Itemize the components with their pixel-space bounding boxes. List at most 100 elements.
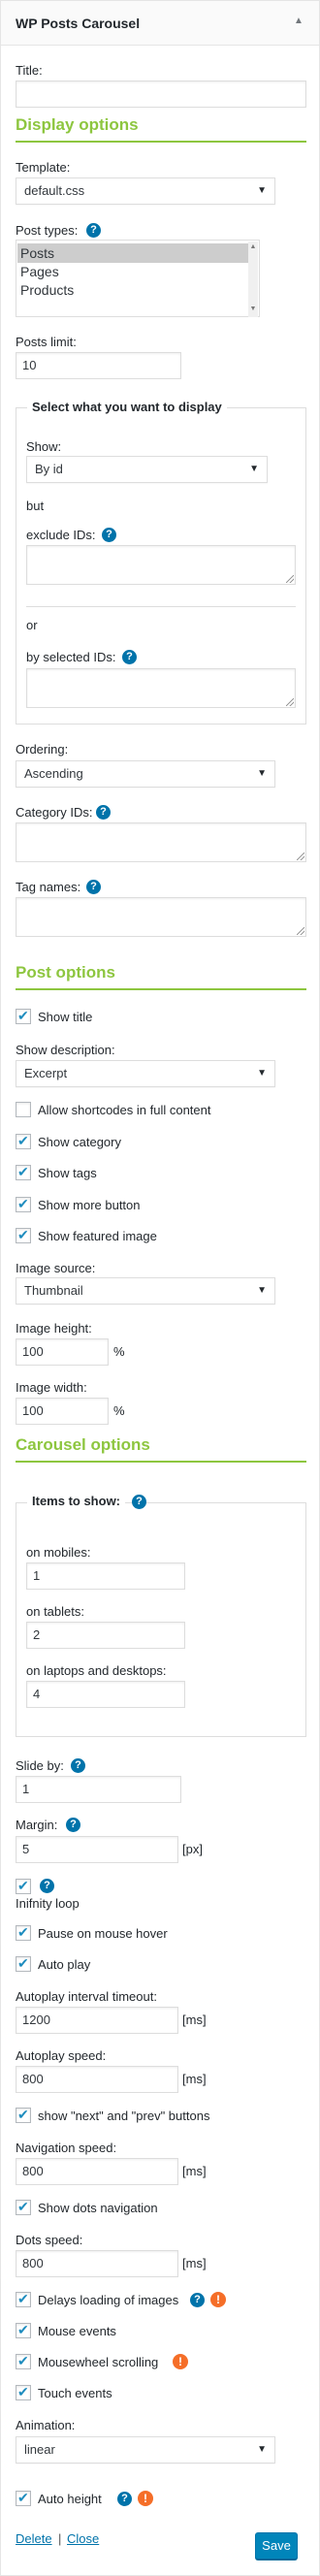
question-mark-icon[interactable]: ? (96, 805, 111, 820)
mouse-events-label: Mouse events (38, 2324, 116, 2338)
exclamation-icon[interactable]: ! (210, 2292, 226, 2307)
posts-limit-input[interactable]: 10 (16, 352, 181, 379)
question-mark-icon[interactable]: ? (86, 223, 101, 238)
delete-link[interactable]: Delete (16, 2531, 52, 2546)
show-select-value: By id (35, 462, 63, 476)
delays-loading-checkbox[interactable] (16, 2291, 31, 2307)
save-button[interactable]: Save (255, 2532, 298, 2560)
collapse-arrow-icon[interactable]: ▲ (292, 15, 305, 28)
autoplay-speed-input[interactable]: 800 (16, 2066, 178, 2093)
show-title-checkbox[interactable] (16, 1008, 31, 1024)
exclamation-icon[interactable]: ! (138, 2491, 153, 2506)
show-tags-checkbox[interactable] (16, 1164, 31, 1180)
category-ids-label: Category IDs: (16, 805, 93, 820)
display-options-rule (16, 141, 306, 143)
display-options-heading: Display options (16, 115, 139, 134)
show-featured-image-checkbox[interactable] (16, 1227, 31, 1243)
infinity-loop-checkbox[interactable] (16, 1878, 31, 1894)
mobiles-input[interactable]: 1 (26, 1562, 185, 1590)
show-category-label: Show category (38, 1135, 121, 1149)
resize-handle-icon[interactable] (297, 853, 304, 860)
tag-names-textarea[interactable] (16, 897, 306, 937)
question-mark-icon[interactable]: ? (40, 1879, 54, 1893)
image-source-select[interactable]: Thumbnail ▼ (16, 1277, 275, 1304)
touch-events-label: Touch events (38, 2386, 112, 2400)
items-to-show-legend: Items to show: (27, 1494, 126, 1508)
exclamation-icon[interactable]: ! (173, 2354, 188, 2369)
question-mark-icon[interactable]: ? (122, 650, 137, 664)
pause-on-hover-checkbox[interactable] (16, 1924, 31, 1941)
autoplay-speed-label: Autoplay speed: (16, 2048, 107, 2063)
tag-names-label: Tag names: (16, 880, 81, 894)
post-type-option-products[interactable]: Products (20, 282, 74, 298)
image-height-unit: % (113, 1344, 125, 1359)
widget-panel: WP Posts Carousel ▲ Title: Display optio… (0, 0, 320, 2576)
question-mark-icon[interactable]: ? (66, 1818, 80, 1832)
chevron-down-icon: ▼ (249, 464, 259, 474)
tablets-input[interactable]: 2 (26, 1622, 185, 1649)
footer-separator: | (58, 2531, 62, 2546)
post-type-option-pages[interactable]: Pages (20, 264, 59, 279)
scroll-up-icon[interactable]: ▲ (248, 242, 258, 252)
touch-events-checkbox[interactable] (16, 2384, 31, 2400)
image-width-unit: % (113, 1403, 125, 1418)
question-mark-icon[interactable]: ? (71, 1758, 85, 1773)
auto-height-label: Auto height (38, 2492, 102, 2506)
navigation-speed-input[interactable]: 800 (16, 2158, 178, 2185)
dots-speed-input[interactable]: 800 (16, 2250, 178, 2277)
show-description-select[interactable]: Excerpt ▼ (16, 1060, 275, 1087)
select-display-legend: Select what you want to display (27, 400, 227, 414)
exclude-ids-textarea[interactable] (26, 545, 296, 585)
widget-header[interactable]: WP Posts Carousel ▲ (1, 1, 319, 46)
resize-handle-icon[interactable] (286, 698, 294, 706)
show-select[interactable]: By id ▼ (26, 456, 268, 483)
navigation-speed-label: Navigation speed: (16, 2141, 117, 2155)
laptops-input[interactable]: 4 (26, 1681, 185, 1708)
show-nav-buttons-checkbox[interactable] (16, 2107, 31, 2123)
image-width-input[interactable]: 100 (16, 1398, 109, 1425)
show-category-checkbox[interactable] (16, 1133, 31, 1149)
autoplay-timeout-input[interactable]: 1200 (16, 2007, 178, 2034)
image-height-input[interactable]: 100 (16, 1338, 109, 1366)
by-selected-ids-textarea[interactable] (26, 668, 296, 708)
post-options-heading: Post options (16, 963, 115, 982)
title-input[interactable] (16, 80, 306, 108)
question-mark-icon[interactable]: ? (190, 2293, 205, 2307)
question-mark-icon[interactable]: ? (86, 880, 101, 894)
post-type-option-posts[interactable]: Posts (20, 245, 54, 261)
auto-play-checkbox[interactable] (16, 1955, 31, 1972)
scroll-down-icon[interactable]: ▼ (248, 305, 258, 314)
close-link[interactable]: Close (67, 2531, 99, 2546)
animation-select[interactable]: linear ▼ (16, 2436, 275, 2463)
chevron-down-icon: ▼ (257, 1068, 267, 1079)
category-ids-textarea[interactable] (16, 822, 306, 862)
slide-by-input[interactable]: 1 (16, 1776, 181, 1803)
mouse-events-checkbox[interactable] (16, 2322, 31, 2338)
dots-speed-unit: [ms] (182, 2256, 207, 2270)
show-more-button-checkbox[interactable] (16, 1196, 31, 1212)
mousewheel-scrolling-label: Mousewheel scrolling (38, 2355, 159, 2369)
question-mark-icon[interactable]: ? (102, 528, 116, 542)
auto-play-label: Auto play (38, 1957, 91, 1972)
resize-handle-icon[interactable] (297, 927, 304, 935)
question-mark-icon[interactable]: ? (132, 1495, 146, 1509)
chevron-down-icon: ▼ (257, 2444, 267, 2455)
question-mark-icon[interactable]: ? (117, 2492, 132, 2506)
animation-select-value: linear (24, 2442, 55, 2457)
margin-input[interactable]: 5 (16, 1836, 178, 1863)
resize-handle-icon[interactable] (286, 575, 294, 583)
auto-height-checkbox[interactable] (16, 2490, 31, 2506)
image-source-select-value: Thumbnail (24, 1283, 83, 1298)
delays-loading-label: Delays loading of images (38, 2293, 179, 2307)
template-select[interactable]: default.css ▼ (16, 177, 275, 205)
allow-shortcodes-checkbox[interactable] (16, 1102, 31, 1117)
show-more-button-label: Show more button (38, 1198, 141, 1212)
tablets-label: on tablets: (26, 1604, 84, 1619)
post-types-listbox[interactable]: Posts Pages Products ▲ ▼ (16, 240, 260, 317)
ordering-select[interactable]: Ascending ▼ (16, 760, 275, 788)
show-nav-buttons-label: show "next" and "prev" buttons (38, 2109, 210, 2123)
show-dots-checkbox[interactable] (16, 2199, 31, 2215)
pause-on-hover-label: Pause on mouse hover (38, 1926, 168, 1941)
carousel-options-heading: Carousel options (16, 1435, 150, 1454)
mousewheel-scrolling-checkbox[interactable] (16, 2353, 31, 2369)
